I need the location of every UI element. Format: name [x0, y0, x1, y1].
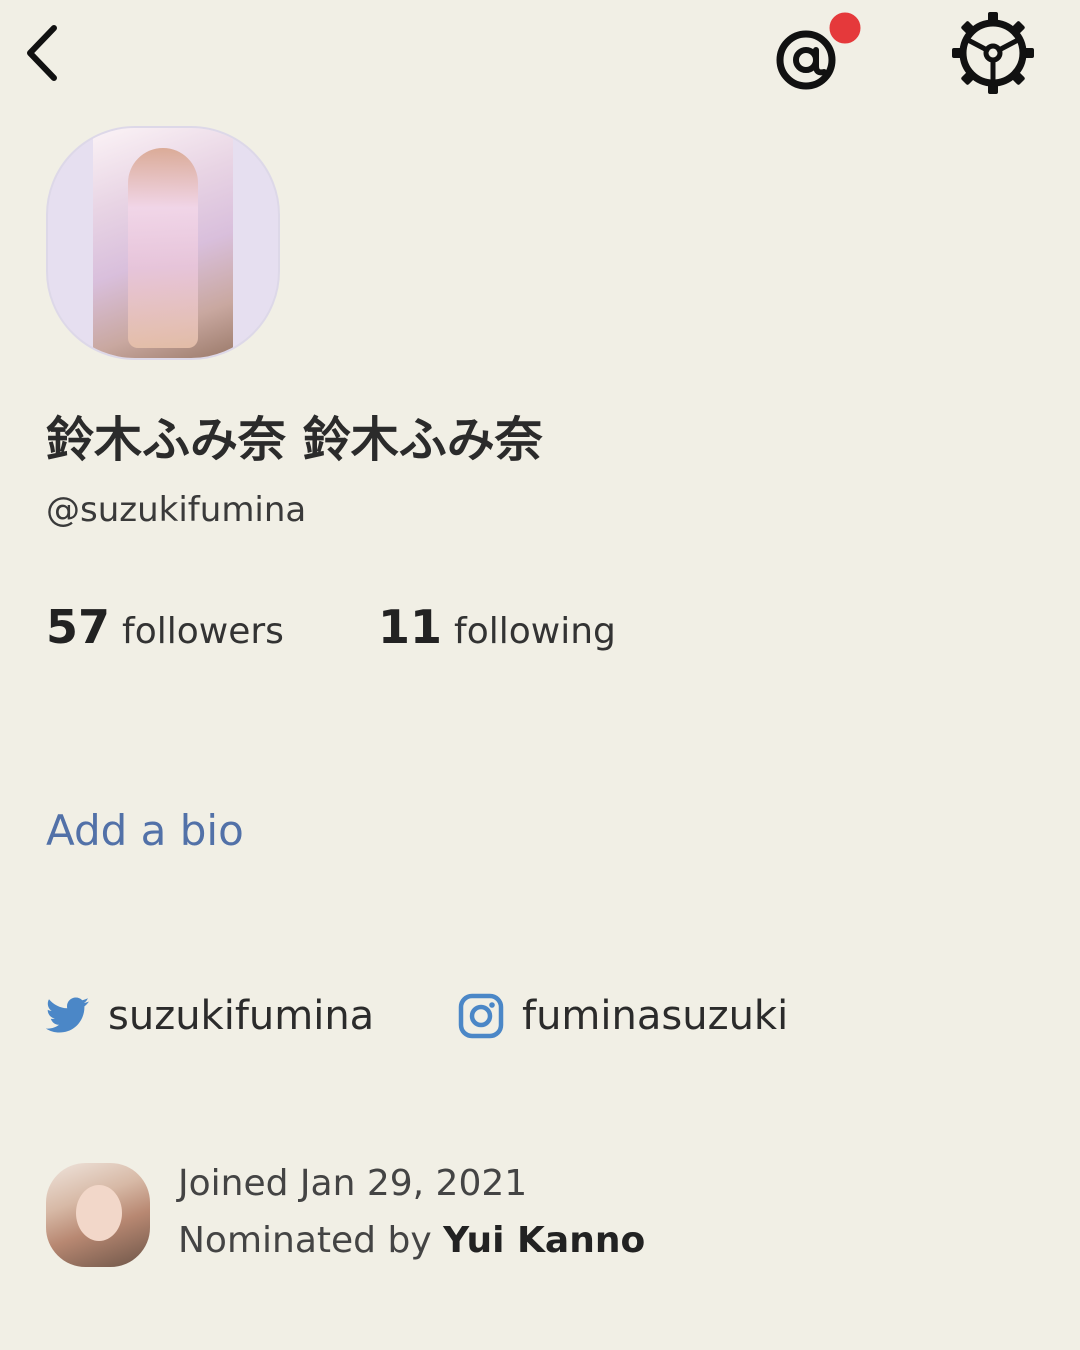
chevron-left-icon	[27, 25, 57, 81]
profile-photo	[93, 128, 233, 358]
gear-icon	[952, 12, 1034, 94]
nominator-name[interactable]: Yui Kanno	[443, 1220, 645, 1261]
followers-label: followers	[122, 611, 284, 652]
joined-date: Joined Jan 29, 2021	[178, 1163, 528, 1204]
instagram-handle: fuminasuzuki	[522, 993, 789, 1039]
profile-avatar[interactable]	[46, 126, 280, 360]
twitter-link[interactable]: suzukifumina	[46, 990, 374, 1042]
settings-button[interactable]	[948, 8, 1038, 98]
instagram-link[interactable]: fuminasuzuki	[458, 990, 788, 1042]
twitter-handle: suzukifumina	[108, 993, 375, 1039]
followers-count: 57	[46, 600, 111, 654]
back-button[interactable]	[20, 18, 70, 88]
following-stat[interactable]: 11 following	[378, 600, 616, 654]
nominated-by: Nominated by Yui Kanno	[178, 1220, 645, 1261]
following-label: following	[454, 611, 616, 652]
nominator-avatar[interactable]	[46, 1163, 150, 1267]
add-bio-link[interactable]: Add a bio	[46, 806, 244, 855]
at-sign-icon	[776, 9, 864, 90]
followers-stat[interactable]: 57 followers	[46, 600, 284, 654]
twitter-bird-icon	[46, 997, 89, 1033]
instagram-icon	[458, 993, 504, 1039]
mentions-button[interactable]	[768, 9, 868, 95]
following-count: 11	[378, 600, 443, 654]
profile-handle: @suzukifumina	[46, 490, 307, 530]
notification-dot	[826, 9, 864, 47]
profile-name: 鈴木ふみ奈 鈴木ふみ奈	[46, 412, 543, 468]
nominated-prefix: Nominated by	[178, 1220, 444, 1261]
